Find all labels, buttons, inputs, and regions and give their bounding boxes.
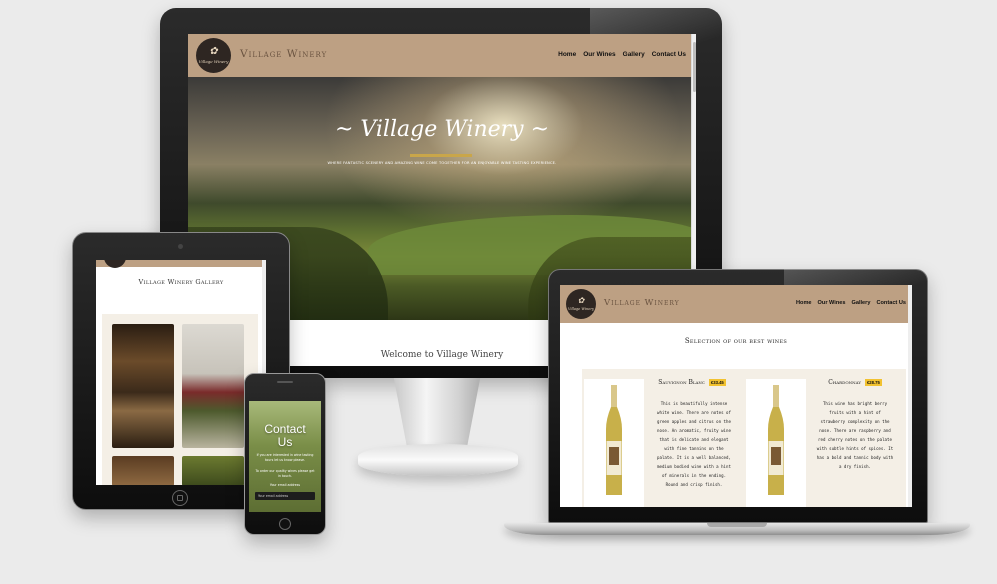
laptop-logo-text: Village Winery xyxy=(568,307,594,311)
wine-name: Chardonnay €28.75 xyxy=(808,379,902,386)
logo-text: Village Winery xyxy=(198,59,229,64)
bottle-icon xyxy=(768,385,784,495)
tablet-navbar-strip xyxy=(96,260,266,268)
logo-flower-icon: ✿ xyxy=(209,46,218,57)
price-badge: €28.75 xyxy=(864,379,882,386)
hero-title: ~ Village Winery ~ xyxy=(334,117,550,142)
laptop: ✿ Village Winery Village Winery Home Our… xyxy=(504,269,970,539)
wine-card: Sauvignon Blanc €33.45 This is beautiful… xyxy=(584,379,738,507)
wine-name-text: Sauvignon Blanc xyxy=(658,379,705,386)
phone-order-text: To order our quality wines please get in… xyxy=(255,469,315,478)
nav-gallery[interactable]: Gallery xyxy=(623,51,645,58)
desktop-navbar: ✿ Village Winery Village Winery Home Our… xyxy=(188,34,696,77)
tablet-camera xyxy=(178,244,183,249)
wine-description: This wine has bright berry fruits with a… xyxy=(816,401,894,469)
laptop-navbar: ✿ Village Winery Village Winery Home Our… xyxy=(560,285,912,323)
laptop-nav-our-wines[interactable]: Our Wines xyxy=(818,300,846,306)
phone-email-input[interactable]: Your email address xyxy=(255,492,315,500)
wine-name: Sauvignon Blanc €33.45 xyxy=(646,379,738,386)
wine-description: This is beautifully intense white wine. … xyxy=(657,401,731,487)
tablet-screen: Village Winery Gallery xyxy=(96,260,266,485)
gallery-image-pouring[interactable] xyxy=(182,324,244,448)
laptop-logo[interactable]: ✿ Village Winery xyxy=(566,289,596,319)
tablet-gallery-grid xyxy=(102,314,258,485)
phone: Contact Us If you are interested in wine… xyxy=(244,373,326,535)
desktop-menu: Home Our Wines Gallery Contact Us xyxy=(558,51,686,58)
phone-email-label: Your email address xyxy=(269,483,301,487)
phone-home-button[interactable] xyxy=(279,518,291,530)
laptop-wines-area: Sauvignon Blanc €33.45 This is beautiful… xyxy=(582,369,906,507)
phone-contact-text: If you are interested in wine tasting to… xyxy=(256,453,314,462)
laptop-scrollbar[interactable] xyxy=(908,285,912,507)
gallery-image-vines[interactable] xyxy=(182,456,244,485)
laptop-menu: Home Our Wines Gallery Contact Us xyxy=(796,300,906,306)
laptop-nav-gallery[interactable]: Gallery xyxy=(851,300,870,306)
laptop-section-title: Selection of our best wines xyxy=(684,337,788,345)
nav-home[interactable]: Home xyxy=(558,51,576,58)
gallery-image-barrels[interactable] xyxy=(112,456,174,485)
laptop-nav-home[interactable]: Home xyxy=(796,300,812,306)
bottle-icon xyxy=(606,385,622,495)
laptop-notch xyxy=(707,523,767,527)
wine-card: Chardonnay €28.75 This wine has bright b… xyxy=(746,379,906,507)
laptop-logo-flower-icon: ✿ xyxy=(577,296,585,305)
tablet-home-button[interactable] xyxy=(172,490,188,506)
monitor-stand xyxy=(393,378,481,446)
wine-bottle-image[interactable] xyxy=(584,379,644,507)
laptop-nav-contact-us[interactable]: Contact Us xyxy=(876,300,906,306)
phone-screen: Contact Us If you are interested in wine… xyxy=(249,401,321,512)
wine-name-text: Chardonnay xyxy=(828,379,862,386)
phone-contact-title: Contact Us xyxy=(264,422,306,449)
desktop-brand[interactable]: Village Winery xyxy=(240,48,327,60)
wine-bottle-image[interactable] xyxy=(746,379,806,507)
nav-our-wines[interactable]: Our Wines xyxy=(583,51,615,58)
nav-contact-us[interactable]: Contact Us xyxy=(652,51,686,58)
price-badge: €33.45 xyxy=(708,379,726,386)
desktop-logo[interactable]: ✿ Village Winery xyxy=(196,38,231,73)
tablet-gallery-title: Village Winery Gallery xyxy=(138,278,224,286)
laptop-screen: ✿ Village Winery Village Winery Home Our… xyxy=(560,285,912,507)
hero-title-underline xyxy=(410,154,472,157)
monitor-base xyxy=(358,444,518,476)
gallery-image-cellar[interactable] xyxy=(112,324,174,448)
laptop-brand[interactable]: Village Winery xyxy=(604,298,680,308)
hero-tagline: Where fantastic scenery and amazing wine… xyxy=(327,161,557,165)
tablet-logo[interactable] xyxy=(104,260,126,268)
phone-speaker xyxy=(277,381,293,383)
